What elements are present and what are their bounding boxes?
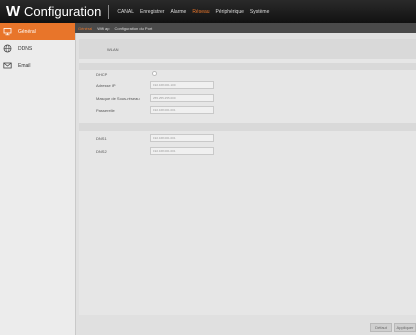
- gateway-field[interactable]: 192.168.001.001: [150, 106, 214, 114]
- sidebar-item-label: Email: [18, 62, 31, 69]
- main-menu: CANAL Enregistrer Alarme Réseau Périphér…: [117, 9, 275, 15]
- dns-divider: [79, 123, 416, 131]
- section-divider: [79, 63, 416, 70]
- tab-general[interactable]: Général: [78, 26, 92, 31]
- gateway-label: Passerelle: [96, 108, 115, 113]
- menu-alarme[interactable]: Alarme: [170, 9, 186, 15]
- menu-canal[interactable]: CANAL: [117, 9, 134, 15]
- wlan-header: [79, 39, 416, 59]
- sidebar-item-ddns[interactable]: DDNS: [0, 40, 75, 57]
- menu-systeme[interactable]: Système: [250, 9, 269, 15]
- menu-peripherique[interactable]: Périphérique: [216, 9, 244, 15]
- sidebar-item-email[interactable]: Email: [0, 57, 75, 74]
- mask-field[interactable]: 255.255.255.000: [150, 94, 214, 102]
- dns1-field[interactable]: 192.168.001.001: [150, 134, 214, 142]
- network-panel: WLAN DHCP Adresse IP 192.168.001.100 Mas…: [79, 39, 416, 315]
- sidebar: Général DDNS Email: [0, 23, 76, 335]
- tab-port-config[interactable]: Configuration du Port: [114, 26, 152, 31]
- dns2-label: DNS2: [96, 149, 107, 154]
- default-button[interactable]: Défaut: [370, 323, 392, 332]
- tab-wifi-ap[interactable]: Wifi ap: [97, 26, 109, 31]
- sidebar-item-label: DDNS: [18, 45, 33, 52]
- ip-field[interactable]: 192.168.001.100: [150, 81, 214, 89]
- mail-icon: [3, 61, 12, 70]
- menu-reseau[interactable]: Réseau: [192, 9, 209, 15]
- dns2-field[interactable]: 192.168.001.001: [150, 147, 214, 155]
- apply-button[interactable]: Appliquer: [394, 323, 416, 332]
- app-title: Configuration: [24, 4, 102, 19]
- sidebar-item-label: Général: [18, 28, 36, 35]
- wlan-label: WLAN: [107, 47, 119, 52]
- globe-icon: [3, 44, 12, 53]
- dhcp-toggle[interactable]: [152, 71, 157, 76]
- content-area: WLAN DHCP Adresse IP 192.168.001.100 Mas…: [76, 33, 416, 335]
- mask-label: Masque de Sous-réseau: [96, 96, 140, 101]
- top-bar: W Configuration CANAL Enregistrer Alarme…: [0, 0, 416, 23]
- brand-logo-icon: W: [6, 2, 21, 20]
- dns1-label: DNS1: [96, 136, 107, 141]
- menu-enregistrer[interactable]: Enregistrer: [140, 9, 164, 15]
- monitor-icon: [3, 27, 12, 36]
- dhcp-label: DHCP: [96, 72, 108, 77]
- title-divider: [108, 4, 110, 19]
- sub-tabs: Général Wifi ap Configuration du Port: [75, 23, 416, 33]
- sidebar-item-general[interactable]: Général: [0, 23, 75, 40]
- ip-label: Adresse IP: [96, 83, 116, 88]
